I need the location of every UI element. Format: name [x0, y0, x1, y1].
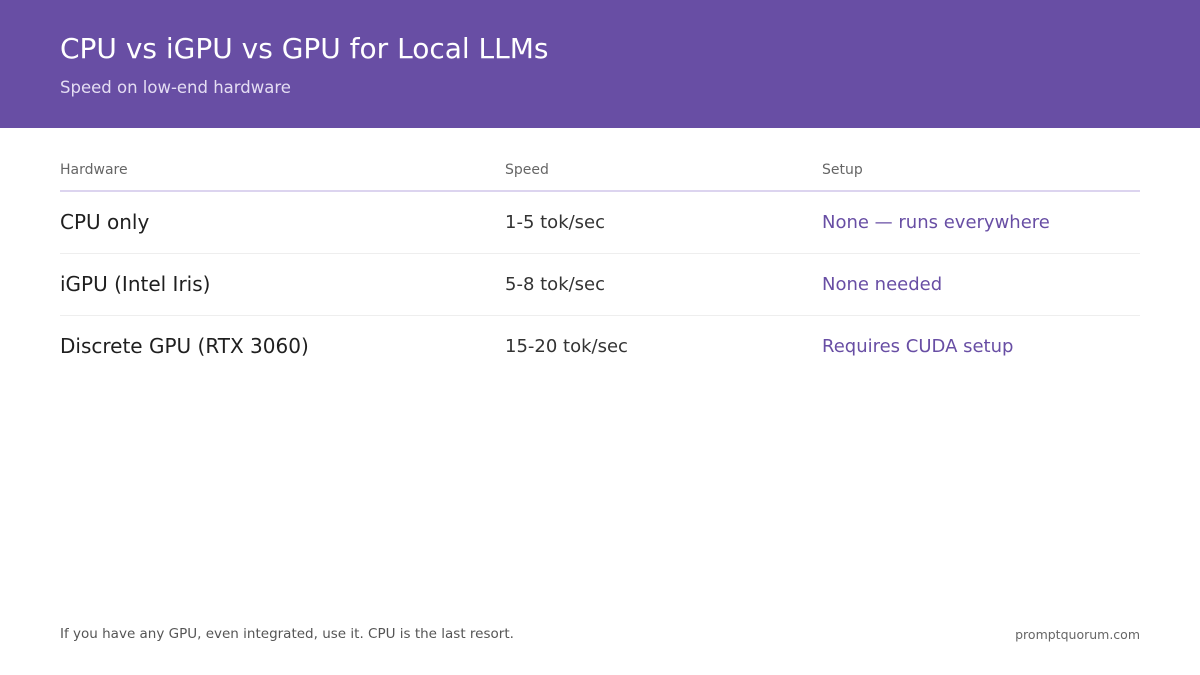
page-subtitle: Speed on low-end hardware: [60, 78, 291, 97]
page-title: CPU vs iGPU vs GPU for Local LLMs: [60, 32, 549, 65]
table-row: Discrete GPU (RTX 3060) 15-20 tok/sec Re…: [60, 316, 1140, 377]
setup-cell: Requires CUDA setup: [822, 336, 1014, 357]
column-header-setup: Setup: [822, 162, 863, 178]
setup-cell: None needed: [822, 274, 943, 295]
column-header-speed: Speed: [505, 162, 549, 178]
comparison-table: Hardware Speed Setup CPU only 1-5 tok/se…: [60, 160, 1140, 377]
column-header-hardware: Hardware: [60, 162, 128, 178]
footnote: If you have any GPU, even integrated, us…: [60, 626, 514, 642]
speed-cell: 5-8 tok/sec: [505, 274, 606, 295]
hardware-cell: CPU only: [60, 210, 150, 234]
speed-cell: 15-20 tok/sec: [505, 336, 628, 357]
setup-cell: None — runs everywhere: [822, 212, 1050, 233]
speed-cell: 1-5 tok/sec: [505, 212, 606, 233]
table-header: Hardware Speed Setup: [60, 160, 1140, 192]
hardware-cell: Discrete GPU (RTX 3060): [60, 334, 309, 358]
table-row: CPU only 1-5 tok/sec None — runs everywh…: [60, 192, 1140, 254]
header-banner: CPU vs iGPU vs GPU for Local LLMs Speed …: [0, 0, 1200, 128]
hardware-cell: iGPU (Intel Iris): [60, 272, 211, 296]
brand-label: promptquorum.com: [1015, 627, 1140, 642]
table-row: iGPU (Intel Iris) 5-8 tok/sec None neede…: [60, 254, 1140, 316]
